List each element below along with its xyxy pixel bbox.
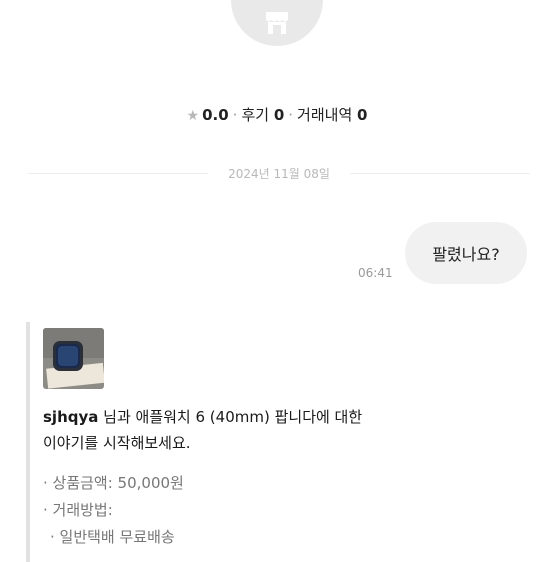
product-thumbnail[interactable] <box>43 328 104 389</box>
message-bubble[interactable]: 팔렸나요? <box>405 222 527 284</box>
apple-watch-image <box>43 328 104 389</box>
rating-value: 0.0 <box>202 106 229 124</box>
transactions-count: 0 <box>357 106 368 124</box>
date-divider: 2024년 11월 08일 <box>28 163 530 183</box>
price-line: · 상품금액: 50,000원 <box>43 474 184 492</box>
transactions-label[interactable]: 거래내역 <box>297 106 352 124</box>
profile-stats: ★ 0.0 · 후기 0 · 거래내역 0 <box>186 106 368 124</box>
message-time: 06:41 <box>358 266 393 280</box>
reviews-count: 0 <box>273 106 285 124</box>
username[interactable]: sjhqya <box>43 408 98 426</box>
method-value: · 일반택배 무료배송 <box>50 528 175 546</box>
card-intro-line2: 이야기를 시작해보세요. <box>43 434 191 452</box>
card-intro: 님과 애플워치 6 (40mm) 팝니다에 대한 <box>98 408 363 426</box>
method-line: · 거래방법: <box>43 501 113 519</box>
card-message: sjhqya 님과 애플워치 6 (40mm) 팝니다에 대한 이야기를 시작해… <box>43 404 443 456</box>
reviews-label[interactable]: 후기 <box>241 106 269 124</box>
divider-line <box>350 173 530 174</box>
card-accent-bar <box>26 322 30 562</box>
store-icon <box>266 12 288 34</box>
star-icon: ★ <box>186 108 200 124</box>
message-text: 팔렸나요? <box>432 245 500 264</box>
